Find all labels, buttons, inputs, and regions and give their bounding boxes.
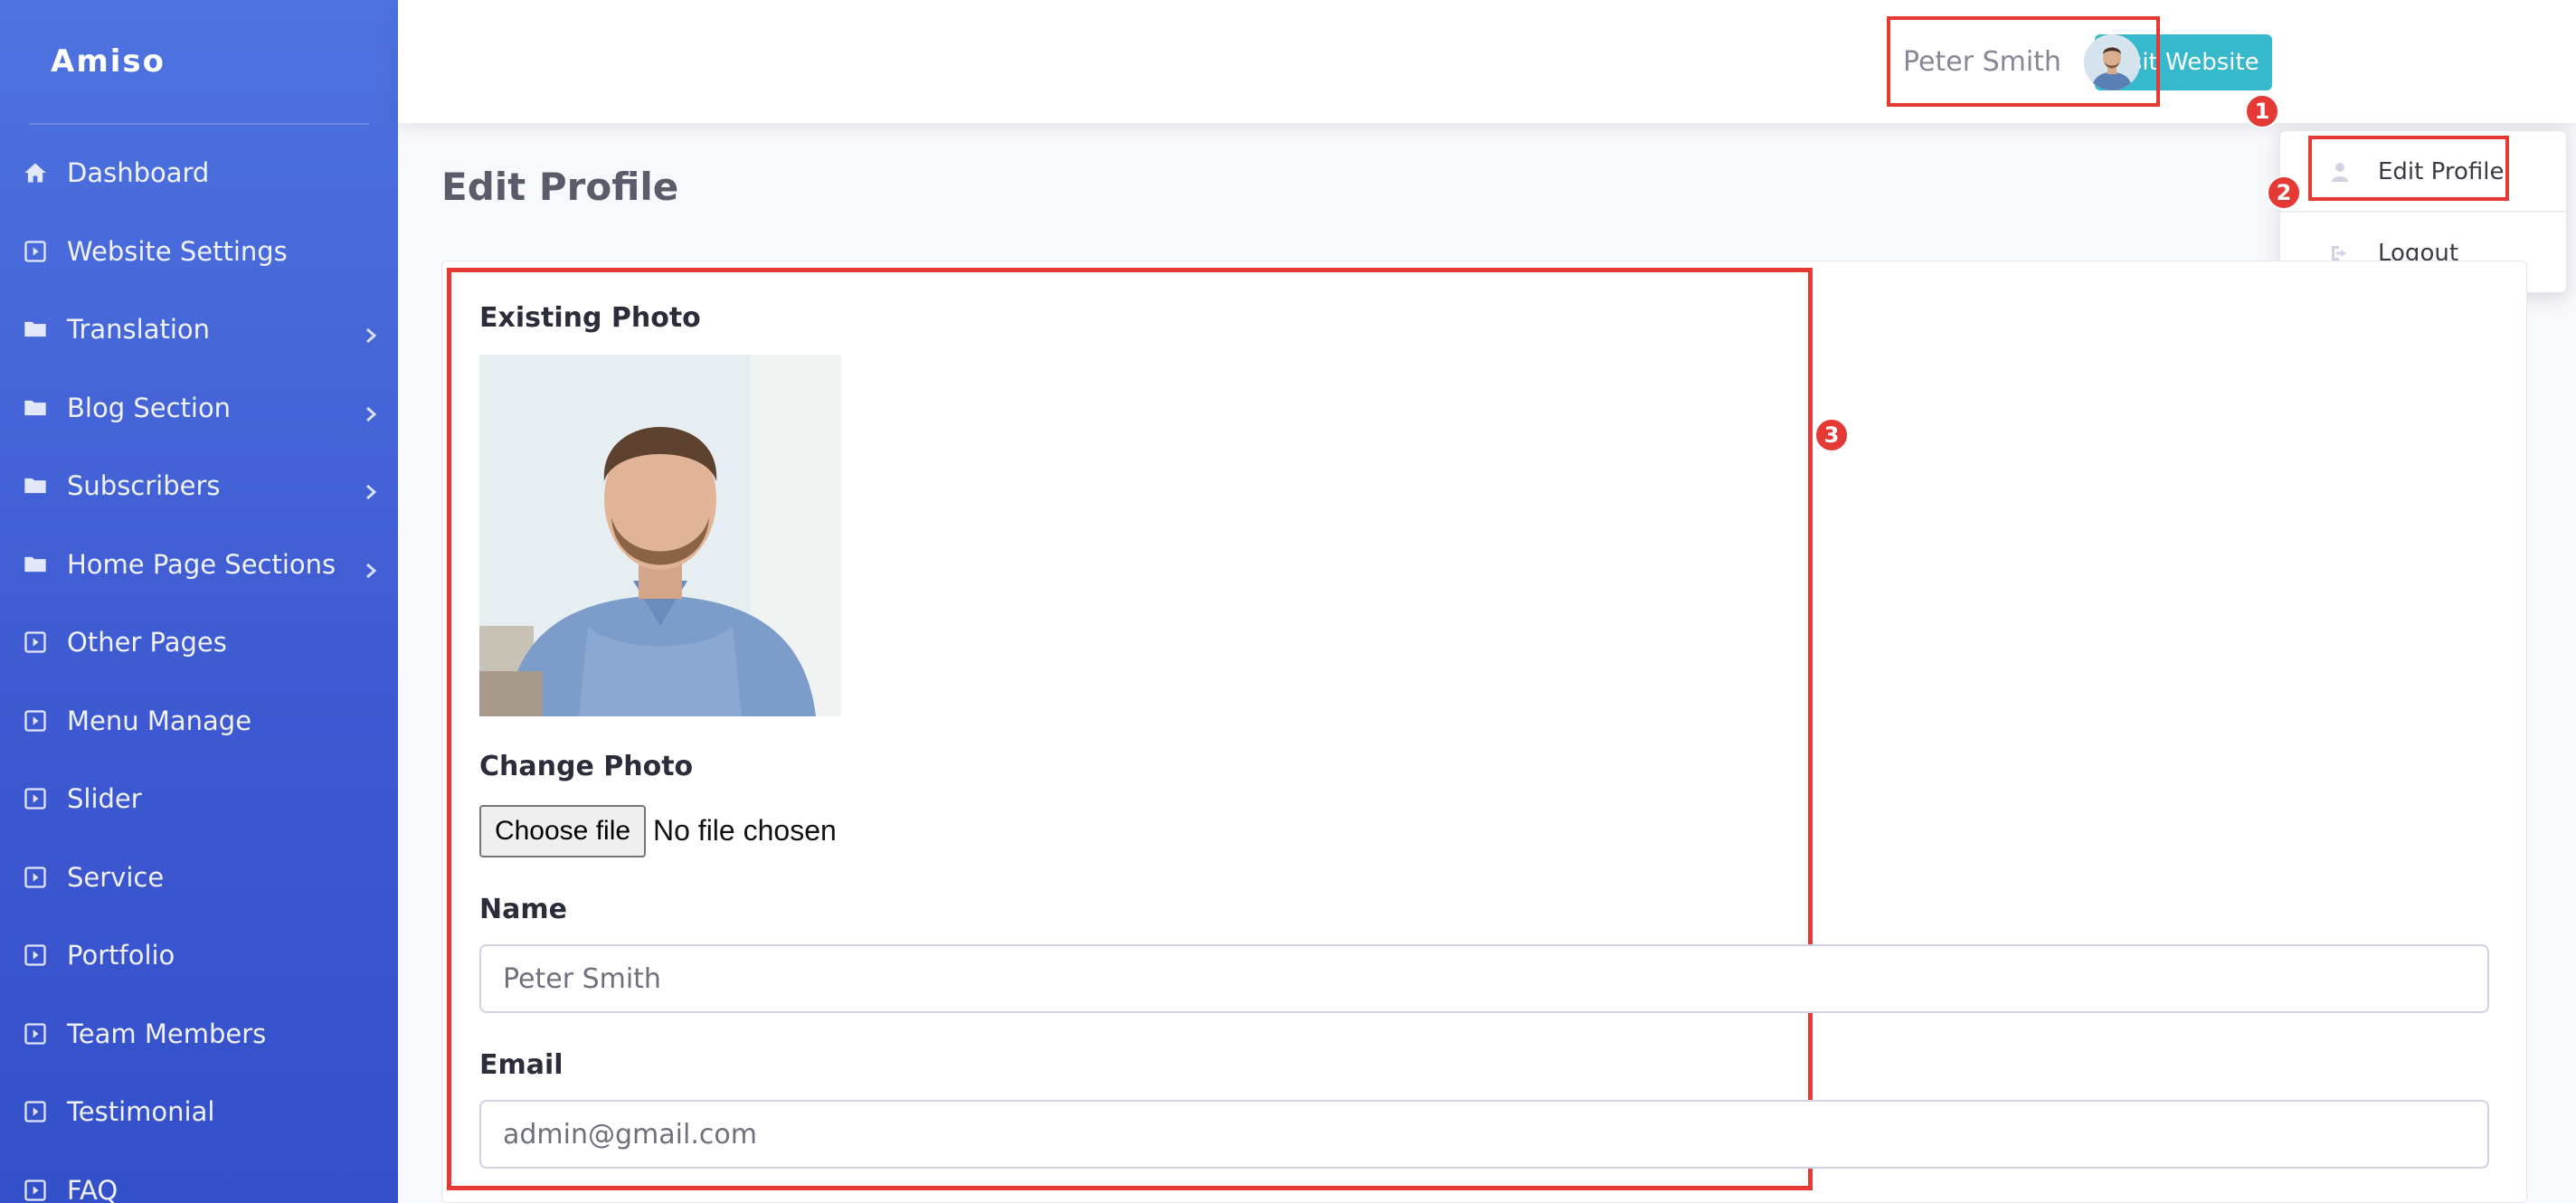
existing-photo-label: Existing Photo	[479, 302, 701, 334]
chevron-right-icon	[362, 320, 380, 344]
square-caret-icon	[22, 942, 49, 969]
sidebar-item-label: FAQ	[67, 1174, 118, 1203]
chevron-right-icon	[362, 399, 380, 422]
square-caret-icon	[22, 629, 49, 656]
sidebar-item-label: Translation	[67, 314, 211, 346]
user-menu-toggle[interactable]: Peter Smith	[1887, 16, 2160, 107]
sidebar-item-other-pages[interactable]: Other Pages	[0, 603, 398, 682]
sidebar-item-team-members[interactable]: Team Members	[0, 995, 398, 1074]
sidebar-item-subscribers[interactable]: Subscribers	[0, 447, 398, 526]
name-label: Name	[479, 894, 567, 925]
page-title: Edit Profile	[441, 165, 679, 209]
choose-file-button[interactable]: Choose file	[479, 805, 646, 857]
sidebar: Amiso Dashboard Website Settings Translati…	[0, 0, 398, 1203]
folder-icon	[22, 551, 49, 578]
sidebar-item-service[interactable]: Service	[0, 838, 398, 917]
sidebar-item-label: Slider	[67, 783, 142, 815]
annotation-badge-3: 3	[1814, 418, 1849, 452]
sidebar-item-menu-manage[interactable]: Menu Manage	[0, 682, 398, 761]
sidebar-item-label: Portfolio	[67, 940, 175, 971]
folder-icon	[22, 316, 49, 343]
folder-icon	[22, 472, 49, 499]
sidebar-item-label: Testimonial	[67, 1096, 215, 1128]
sidebar-item-portfolio[interactable]: Portfolio	[0, 916, 398, 995]
email-label: Email	[479, 1049, 564, 1081]
chevron-right-icon	[362, 477, 380, 500]
file-status-text: No file chosen	[653, 814, 837, 847]
annotation-box-edit-profile	[2308, 136, 2509, 201]
square-caret-icon	[22, 1177, 49, 1203]
sidebar-item-dashboard[interactable]: Dashboard	[0, 134, 398, 213]
name-input[interactable]	[479, 944, 2489, 1013]
existing-profile-photo	[479, 355, 841, 716]
sidebar-item-label: Team Members	[67, 1018, 267, 1049]
change-photo-label: Change Photo	[479, 751, 694, 782]
sidebar-item-slider[interactable]: Slider	[0, 760, 398, 838]
email-input[interactable]	[479, 1100, 2489, 1169]
square-caret-icon	[22, 1020, 49, 1047]
chevron-right-icon	[362, 555, 380, 578]
annotation-badge-2: 2	[2267, 175, 2301, 210]
square-caret-icon	[22, 864, 49, 891]
brand-logo[interactable]: Amiso	[0, 0, 398, 123]
sidebar-item-label: Subscribers	[67, 470, 221, 502]
sidebar-item-faq[interactable]: FAQ	[0, 1151, 398, 1203]
sidebar-item-testimonial[interactable]: Testimonial	[0, 1073, 398, 1151]
sidebar-item-home-page-sections[interactable]: Home Page Sections	[0, 526, 398, 604]
sidebar-item-translation[interactable]: Translation	[0, 290, 398, 369]
avatar	[2084, 34, 2140, 90]
square-caret-icon	[22, 707, 49, 734]
sidebar-item-label: Home Page Sections	[67, 548, 336, 580]
square-caret-icon	[22, 238, 49, 265]
annotation-badge-1: 1	[2245, 94, 2279, 128]
square-caret-icon	[22, 785, 49, 812]
folder-icon	[22, 394, 49, 422]
sidebar-item-label: Service	[67, 861, 165, 893]
square-caret-icon	[22, 1098, 49, 1125]
sidebar-item-label: Other Pages	[67, 627, 227, 658]
sidebar-item-label: Dashboard	[67, 157, 210, 189]
home-icon	[22, 159, 49, 186]
sidebar-item-website-settings[interactable]: Website Settings	[0, 213, 398, 291]
sidebar-item-blog-section[interactable]: Blog Section	[0, 369, 398, 448]
sidebar-nav: Dashboard Website Settings Translation Blog…	[0, 125, 398, 1203]
sidebar-item-label: Menu Manage	[67, 705, 252, 736]
user-name: Peter Smith	[1903, 45, 2061, 78]
sidebar-item-label: Blog Section	[67, 392, 232, 423]
sidebar-item-label: Website Settings	[67, 235, 288, 267]
